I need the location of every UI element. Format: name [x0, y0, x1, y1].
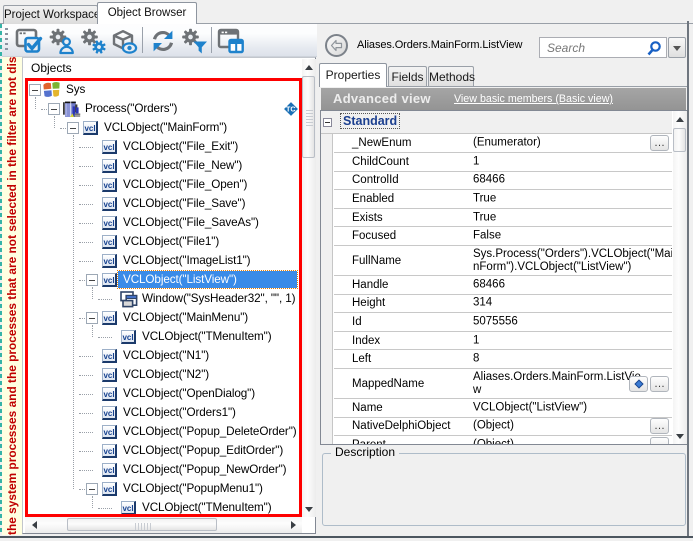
svg-text:TC: TC — [286, 104, 296, 113]
